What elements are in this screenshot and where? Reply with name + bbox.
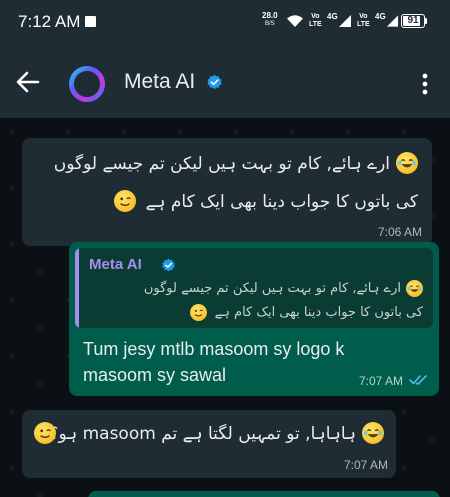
sim2-lte-text: LTE: [357, 21, 370, 28]
message-time: 7:07 AM: [343, 458, 388, 472]
laughing-emoji-icon: [396, 152, 418, 174]
winking-emoji-icon: [34, 422, 56, 444]
message-text: Tum jesy mtlb masoom sy logo k masoom sy…: [83, 339, 345, 385]
network-speed: 28.0 B/S: [262, 11, 278, 29]
battery-icon: 91: [401, 14, 425, 28]
incoming-message[interactable]: ہاہاہا, تو تمہیں لگتا ہے تم masoom ہو؟ 7…: [22, 410, 396, 478]
verified-badge-icon: [162, 258, 175, 272]
message-text-line1: ارے ہائے, کام تو بہت ہیں لیکن تم جیسے لو…: [53, 153, 390, 174]
chat-header: Meta AI: [0, 46, 450, 118]
arrow-left-icon[interactable]: [14, 68, 42, 96]
quote-line: ارے ہائے, کام تو بہت ہیں لیکن تم جیسے لو…: [144, 278, 423, 298]
sim2-volte-label: Vo LTE: [357, 13, 370, 29]
message-text-line1: ہاہاہا, تو تمہیں لگتا ہے تم masoom ہو؟: [49, 423, 356, 444]
incoming-message[interactable]: ارے ہائے, کام تو بہت ہیں لیکن تم جیسے لو…: [22, 138, 432, 246]
message-line: ہاہاہا, تو تمہیں لگتا ہے تم masoom ہو؟: [49, 420, 384, 446]
quote-text-line1: ارے ہائے, کام تو بہت ہیں لیکن تم جیسے لو…: [143, 280, 401, 296]
wifi-icon: [287, 15, 303, 27]
verified-badge-icon: [207, 74, 222, 90]
laughing-emoji-icon: [406, 279, 423, 297]
message-text-line2: کی باتوں کا جواب دینا بھی ایک کام ہے: [145, 191, 418, 212]
chat-title[interactable]: Meta AI: [124, 70, 195, 94]
status-bar: 7:12 AM 28.0 B/S Vo LTE 4G Vo LTE 4G 91: [0, 0, 450, 46]
message-line: کی باتوں کا جواب دینا بھی ایک کام ہے: [113, 188, 418, 214]
quote-accent-bar: [75, 248, 79, 328]
outgoing-message-partial[interactable]: [88, 491, 440, 497]
more-vertical-icon[interactable]: [416, 72, 434, 96]
double-check-icon: [409, 375, 427, 385]
sim2-vo-text: Vo: [359, 13, 368, 20]
chat-area[interactable]: ارے ہائے, کام تو بہت ہیں لیکن تم جیسے لو…: [0, 118, 450, 497]
winking-emoji-icon: [113, 190, 136, 212]
sim1-network-gen: 4G: [327, 12, 338, 21]
quoted-message[interactable]: Meta AI ارے ہائے, کام تو بہت ہیں لیکن تم…: [75, 248, 433, 328]
battery-level: 91: [407, 15, 419, 26]
message-time: 7:06 AM: [377, 225, 422, 239]
notification-icon: [85, 16, 96, 27]
quote-line: کی باتوں کا جواب دینا بھی ایک کام ہے: [189, 302, 423, 322]
status-time: 7:12 AM: [18, 12, 81, 31]
network-speed-value: 28.0: [262, 11, 278, 20]
winking-emoji-icon: [189, 303, 207, 321]
sim1-vo-text: Vo: [311, 13, 320, 20]
sim2-signal-icon: [386, 15, 399, 27]
quote-author: Meta AI: [89, 256, 142, 273]
network-speed-unit: B/S: [264, 21, 275, 27]
sim1-lte-text: LTE: [309, 21, 322, 28]
meta-ai-avatar[interactable]: [67, 64, 107, 104]
message-line: ارے ہائے, کام تو بہت ہیں لیکن تم جیسے لو…: [54, 150, 418, 176]
laughing-emoji-icon: [362, 422, 384, 444]
sim1-volte-label: Vo LTE: [309, 13, 322, 29]
sim1-signal-icon: [339, 15, 351, 27]
message-time: 7:07 AM: [358, 374, 403, 388]
sim2-network-gen: 4G: [375, 12, 386, 21]
quote-text-line2: کی باتوں کا جواب دینا بھی ایک کام ہے: [214, 304, 423, 320]
outgoing-message[interactable]: Meta AI ارے ہائے, کام تو بہت ہیں لیکن تم…: [69, 242, 439, 396]
battery-tip: [425, 18, 427, 24]
